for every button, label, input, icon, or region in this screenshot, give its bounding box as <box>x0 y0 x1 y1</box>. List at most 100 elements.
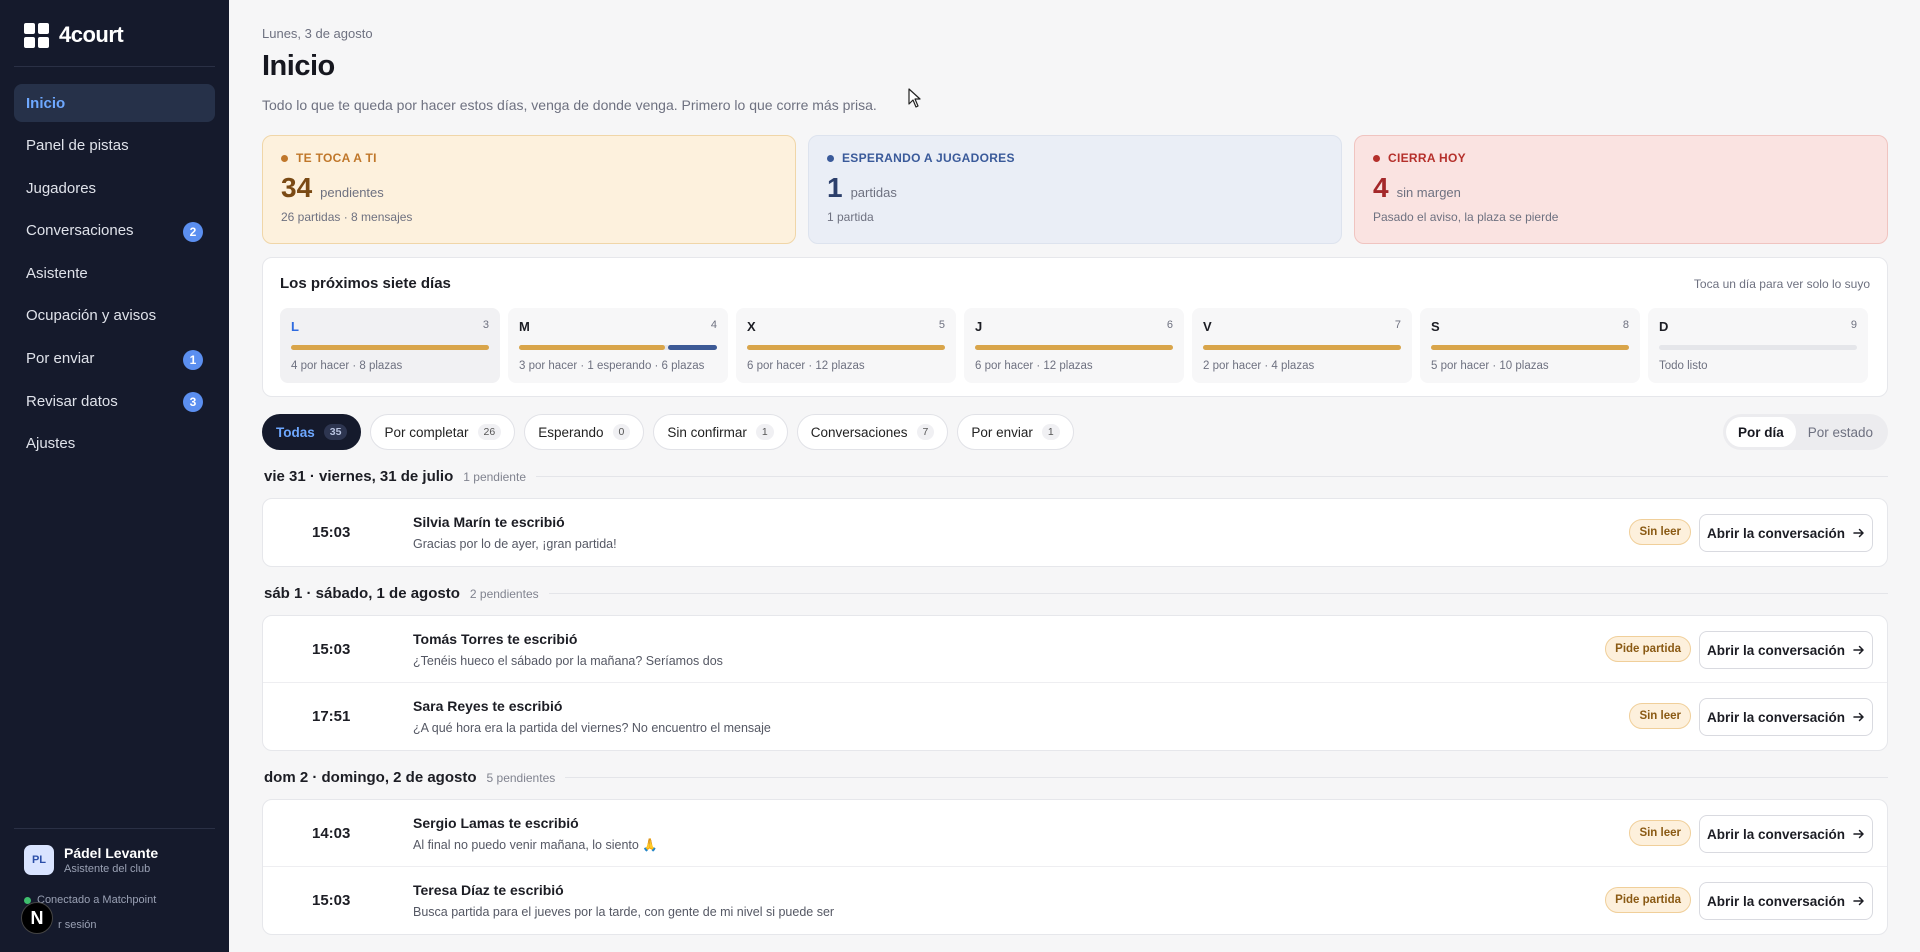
filter-label: Sin confirmar <box>667 424 747 440</box>
day-progress-bar <box>291 345 489 350</box>
group-title: sáb 1 · sábado, 1 de agosto <box>264 585 460 602</box>
row-time: 15:03 <box>312 892 351 909</box>
day-letter: V <box>1203 319 1212 334</box>
sidebar-item-label: Inicio <box>26 94 66 112</box>
day-card-l[interactable]: L 3 4 por hacer · 8 plazas <box>280 308 500 383</box>
sidebar-item-ocupacion-y-avisos[interactable]: Ocupación y avisos <box>14 297 215 335</box>
bar-segment-todo <box>291 345 489 350</box>
arrow-right-icon <box>1853 712 1864 722</box>
open-conversation-button[interactable]: Abrir la conversación <box>1699 815 1873 853</box>
filter-todas[interactable]: Todas 35 <box>262 414 362 450</box>
summary-label: CIERRA HOY <box>1373 151 1869 165</box>
summary-label-text: ESPERANDO A JUGADORES <box>842 151 1015 165</box>
day-summary: 6 por hacer · 12 plazas <box>975 360 1093 372</box>
week-title: Los próximos siete días <box>280 275 451 292</box>
day-letter: L <box>291 319 299 334</box>
day-summary: 3 por hacer · 1 esperando · 6 plazas <box>519 360 705 372</box>
row-message: ¿Tenéis hueco el sábado por la mañana? S… <box>413 654 723 668</box>
brand[interactable]: 4court <box>24 22 124 48</box>
view-by-state-button[interactable]: Por estado <box>1796 417 1885 447</box>
day-letter: J <box>975 319 983 334</box>
club-role: Asistente del club <box>64 863 151 875</box>
sidebar: 4court Inicio Panel de pistas Jugadores … <box>0 0 229 952</box>
open-conversation-button[interactable]: Abrir la conversación <box>1699 882 1873 920</box>
sidebar-item-conversaciones[interactable]: Conversaciones 2 <box>14 212 215 250</box>
filter-label: Esperando <box>538 424 604 440</box>
sidebar-item-revisar-datos[interactable]: Revisar datos 3 <box>14 382 215 420</box>
page-title: Inicio <box>262 50 335 82</box>
summary-card-esperando-a-jugadores[interactable]: ESPERANDO A JUGADORES 1 partidas 1 partid… <box>808 135 1342 244</box>
day-card-s[interactable]: S 8 5 por hacer · 10 plazas <box>1420 308 1640 383</box>
page-subtitle: Todo lo que te queda por hacer estos día… <box>262 97 877 113</box>
status-badge: Pide partida <box>1605 636 1691 662</box>
filter-conversaciones[interactable]: Conversaciones 7 <box>796 414 949 450</box>
bar-segment-todo <box>975 345 1173 350</box>
filter-count: 26 <box>477 424 502 440</box>
club-profile[interactable]: PL Pádel Levante Asistente del club <box>24 845 158 875</box>
day-group-header: dom 2 · domingo, 2 de agosto 5 pendientes <box>264 769 1888 786</box>
connection-label: Conectado a Matchpoint <box>37 894 157 906</box>
button-label: Abrir la conversación <box>1706 525 1846 541</box>
arrow-right-icon <box>1853 645 1864 655</box>
sidebar-item-inicio[interactable]: Inicio <box>14 84 215 122</box>
list-item[interactable]: 15:03 Silvia Marín te escribió Gracias por… <box>263 499 1887 566</box>
sidebar-item-por-enviar[interactable]: Por enviar 1 <box>14 340 215 378</box>
day-letter: D <box>1659 319 1669 334</box>
sidebar-item-label: Asistente <box>26 264 88 282</box>
filter-sin-confirmar[interactable]: Sin confirmar 1 <box>653 414 788 450</box>
divider <box>536 476 1888 477</box>
open-conversation-button[interactable]: Abrir la conversación <box>1699 698 1873 736</box>
filter-por-enviar[interactable]: Por enviar 1 <box>957 414 1074 450</box>
group-title: vie 31 · viernes, 31 de julio <box>264 468 454 485</box>
summary-card-cierra-hoy[interactable]: CIERRA HOY 4 sin margen Pasado el aviso, … <box>1354 135 1888 244</box>
bar-segment-todo <box>1431 345 1629 350</box>
row-time: 15:03 <box>312 641 351 658</box>
sidebar-item-label: Revisar datos <box>26 392 118 410</box>
day-card-j[interactable]: J 6 6 por hacer · 12 plazas <box>964 308 1184 383</box>
open-conversation-button[interactable]: Abrir la conversación <box>1699 514 1873 552</box>
view-by-day-button[interactable]: Por día <box>1725 417 1796 447</box>
day-letter: S <box>1431 319 1440 334</box>
list-item[interactable]: 15:03 Tomás Torres te escribió ¿Tenéis hue… <box>263 616 1887 683</box>
bar-segment-todo <box>519 345 666 350</box>
sidebar-item-jugadores[interactable]: Jugadores <box>14 169 215 207</box>
summary-unit: partidas <box>850 185 897 200</box>
filter-count: 7 <box>916 424 935 440</box>
group-title: dom 2 · domingo, 2 de agosto <box>264 769 477 786</box>
day-group-header: vie 31 · viernes, 31 de julio 1 pendiente <box>264 468 1888 485</box>
n-logo-icon[interactable]: N <box>21 902 53 934</box>
sidebar-item-label: Panel de pistas <box>26 137 129 155</box>
day-summary: Todo listo <box>1659 360 1708 372</box>
list-item[interactable]: 14:03 Sergio Lamas te escribió Al final no… <box>263 800 1887 867</box>
filter-count: 1 <box>755 424 774 440</box>
day-card-v[interactable]: V 7 2 por hacer · 4 plazas <box>1192 308 1412 383</box>
open-conversation-button[interactable]: Abrir la conversación <box>1699 631 1873 669</box>
pending-list: 15:03 Tomás Torres te escribió ¿Tenéis hue… <box>262 615 1888 751</box>
bar-segment-todo <box>747 345 945 350</box>
filter-count: 35 <box>323 424 348 440</box>
summary-label: TE TOCA A TI <box>281 151 777 165</box>
day-card-x[interactable]: X 5 6 por hacer · 12 plazas <box>736 308 956 383</box>
day-card-d[interactable]: D 9 Todo listo <box>1648 308 1868 383</box>
sidebar-item-label: Ajustes <box>26 435 76 453</box>
list-item[interactable]: 17:51 Sara Reyes te escribió ¿A qué hora e… <box>263 683 1887 750</box>
week-hint: Toca un día para ver solo lo suyo <box>1693 277 1870 291</box>
summary-card-te-toca-a-ti[interactable]: TE TOCA A TI 34 pendientes 26 partidas · … <box>262 135 796 244</box>
day-number: 3 <box>482 319 489 331</box>
sidebar-item-ajustes[interactable]: Ajustes <box>14 425 215 463</box>
group-count: 1 pendiente <box>463 469 526 484</box>
button-label: Abrir la conversación <box>1706 709 1846 725</box>
group-count: 2 pendientes <box>469 586 539 601</box>
list-item[interactable]: 15:03 Teresa Díaz te escribió Busca partid… <box>263 867 1887 934</box>
status-badge: Sin leer <box>1629 519 1691 545</box>
divider <box>14 828 215 829</box>
filter-chips: Todas 35 Por completar 26 Esperando 0 Sin c… <box>262 414 1074 450</box>
logout-link[interactable]: r sesión <box>58 919 97 931</box>
day-number: 7 <box>1394 319 1401 331</box>
arrow-right-icon <box>1853 896 1864 906</box>
filter-esperando[interactable]: Esperando 0 <box>524 414 645 450</box>
filter-por-completar[interactable]: Por completar 26 <box>370 414 516 450</box>
day-card-m[interactable]: M 4 3 por hacer · 1 esperando · 6 plazas <box>508 308 728 383</box>
sidebar-item-panel-de-pistas[interactable]: Panel de pistas <box>14 127 215 165</box>
sidebar-item-asistente[interactable]: Asistente <box>14 254 215 292</box>
